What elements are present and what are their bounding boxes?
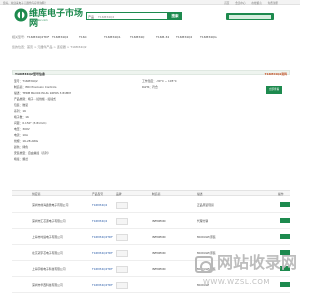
nav-item[interactable]: T16M-34 bbox=[156, 35, 169, 39]
row-desc: MODULE/原装 bbox=[197, 235, 216, 239]
welcome-text: 您好，欢迎来电子元器件库存查询网！ bbox=[3, 1, 48, 5]
row-part[interactable]: T16M34Q2TDF bbox=[92, 235, 113, 239]
search-input[interactable]: T16M34Q2 bbox=[98, 15, 148, 19]
contact-button[interactable] bbox=[280, 218, 290, 223]
top-links: 首页 会员中心 在线留言 免费注册 bbox=[219, 1, 278, 5]
spec-item: RoHS：符合 bbox=[142, 85, 158, 89]
watermark-text: 网站收录网 bbox=[217, 253, 298, 272]
nav-item[interactable]: T16M34Q2. bbox=[104, 35, 121, 39]
brand-logo-icon bbox=[116, 202, 128, 209]
th-part: 产品型号 bbox=[92, 192, 104, 196]
search-button[interactable]: 搜索 bbox=[168, 12, 182, 20]
brand-logo-icon bbox=[116, 250, 128, 257]
supplier-table-header: 供应商 产品型号 品牌 制造商 描述 操作 bbox=[12, 190, 290, 196]
nav-label: 相关型号: bbox=[12, 35, 26, 39]
th-action: 操作 bbox=[278, 192, 284, 196]
search-box[interactable]: 产品 T16M34Q2 bbox=[86, 12, 168, 20]
th-desc: 描述 bbox=[197, 192, 203, 196]
row-part[interactable]: T16M34Q2TDF bbox=[92, 267, 113, 271]
view-now-button[interactable]: 立即查看 bbox=[266, 86, 282, 94]
row-supplier[interactable]: 深圳市华西科技有限公司 bbox=[32, 283, 88, 287]
nav-item[interactable]: T16C bbox=[79, 35, 87, 39]
spec-item: 产品类别：端子 - 接线板 - 接插式 bbox=[14, 97, 56, 101]
product-title: T16M34Q2型号信息 bbox=[15, 71, 46, 76]
th-brand: 品牌 bbox=[116, 192, 122, 196]
hotline-inner bbox=[229, 14, 271, 19]
top-link-home[interactable]: 首页 bbox=[224, 2, 229, 5]
spec-item: 电压：300V bbox=[14, 127, 30, 131]
row-part[interactable]: T16M34Q2TDF bbox=[92, 283, 113, 287]
product-title-bar: T16M34Q2型号信息 T16M34Q2资料 bbox=[12, 70, 290, 76]
spec-item: 型号：T16M34Q2 bbox=[14, 79, 38, 83]
spec-item: 端子数：16 bbox=[14, 115, 29, 119]
nav-item[interactable]: T16M34Q2 bbox=[52, 35, 68, 39]
related-parts-nav: 相关型号: T16M34Q2TDF T16M34Q2 T16C T16M34Q2… bbox=[0, 34, 300, 40]
contact-button[interactable] bbox=[280, 202, 290, 207]
table-row: 深圳市汇芯源电子有限公司 T16M34Q2 INFINEON 代理分销 bbox=[12, 214, 290, 229]
row-maker: INFINEON bbox=[152, 251, 166, 255]
row-part[interactable]: T16M34Q2 bbox=[92, 219, 107, 223]
watermark: 网站收录网 WWW.WZSL.COM bbox=[195, 253, 298, 297]
table-row: 深圳市前海鑫微电子有限公司 T16M34Q2 正品原装现货 bbox=[12, 198, 290, 213]
spec-item: 线规：16-28 AWG bbox=[14, 139, 39, 143]
row-part[interactable]: T16M34Q2 bbox=[92, 203, 107, 207]
row-maker: INFINEON bbox=[152, 235, 166, 239]
spec-item: 安装类型：自由悬挂（直列） bbox=[14, 151, 51, 155]
spec-item: 电流：10A bbox=[14, 133, 28, 137]
row-maker: INFINEON bbox=[152, 219, 166, 223]
top-bar: 您好，欢迎来电子元器件库存查询网！ 首页 会员中心 在线留言 免费注册 bbox=[0, 0, 300, 5]
spec-item: 颜色：绿色 bbox=[14, 145, 28, 149]
logo-mark-icon bbox=[14, 8, 28, 22]
site-logo[interactable]: 维库电子市场网 www.dzsc.com bbox=[14, 8, 83, 29]
breadcrumb: 您的位置：首页 > 元器件产品 > 连接器 > T16M34Q2 bbox=[12, 45, 87, 49]
watermark-badge-icon bbox=[195, 256, 213, 273]
nav-item[interactable]: T16M34Q bbox=[130, 35, 144, 39]
product-datasheet-link[interactable]: T16M34Q2资料 bbox=[265, 72, 287, 76]
row-supplier[interactable]: 深圳市前海鑫微电子有限公司 bbox=[32, 203, 88, 207]
spec-item: 制造商：IMO Precision Controls bbox=[14, 85, 57, 89]
spec-item: 工作温度：-30°C ~ 105°C bbox=[142, 79, 177, 83]
row-supplier[interactable]: 上海市时速电子有限公司 bbox=[32, 235, 88, 239]
brand-logo-icon bbox=[116, 282, 128, 289]
spec-item: 间距：0.150" (3.81mm) bbox=[14, 121, 47, 125]
spec-list: 型号：T16M34Q2 制造商：IMO Precision Controls 描… bbox=[12, 76, 290, 166]
th-maker: 制造商 bbox=[152, 192, 161, 196]
row-supplier[interactable]: 北京冠宇芯电子有限公司 bbox=[32, 251, 88, 255]
nav-item[interactable]: T16M34QG bbox=[200, 35, 217, 39]
nav-item[interactable]: T16M34Q2TDF bbox=[27, 35, 49, 39]
brand-logo-icon bbox=[116, 234, 128, 241]
row-supplier[interactable]: 上海宇格电子科技有限公司 bbox=[32, 267, 88, 271]
brand-logo-icon bbox=[116, 266, 128, 273]
hotline-banner bbox=[226, 13, 274, 20]
watermark-url: WWW.WZSL.COM bbox=[203, 278, 270, 286]
spec-item: 描述：TERM BLOCK PLUG 16POS 3.81MM bbox=[14, 91, 71, 95]
th-supplier: 供应商 bbox=[32, 192, 41, 196]
row-desc: 代理分销 bbox=[197, 219, 209, 223]
brand-logo-icon bbox=[116, 218, 128, 225]
spec-item: 端接：螺丝 bbox=[14, 157, 28, 161]
top-link-member[interactable]: 会员中心 bbox=[235, 2, 245, 5]
nav-item[interactable]: T16M34Q2 bbox=[176, 35, 192, 39]
row-desc: 正品原装现货 bbox=[197, 203, 214, 207]
spec-item: 包装：散装 bbox=[14, 103, 28, 107]
row-supplier[interactable]: 深圳市汇芯源电子有限公司 bbox=[32, 219, 88, 223]
top-link-message[interactable]: 在线留言 bbox=[251, 2, 261, 5]
logo-subtext: www.dzsc.com bbox=[30, 19, 48, 22]
contact-button[interactable] bbox=[280, 234, 290, 239]
row-part[interactable]: T16M34Q2TDF bbox=[92, 251, 113, 255]
top-link-register[interactable]: 免费注册 bbox=[268, 2, 278, 5]
table-row: 上海市时速电子有限公司 T16M34Q2TDF INFINEON MODULE/… bbox=[12, 230, 290, 245]
search-category-select[interactable]: 产品 bbox=[88, 15, 94, 19]
spec-item: 系列：16 bbox=[14, 109, 26, 113]
row-maker: INFINEON bbox=[152, 267, 166, 271]
